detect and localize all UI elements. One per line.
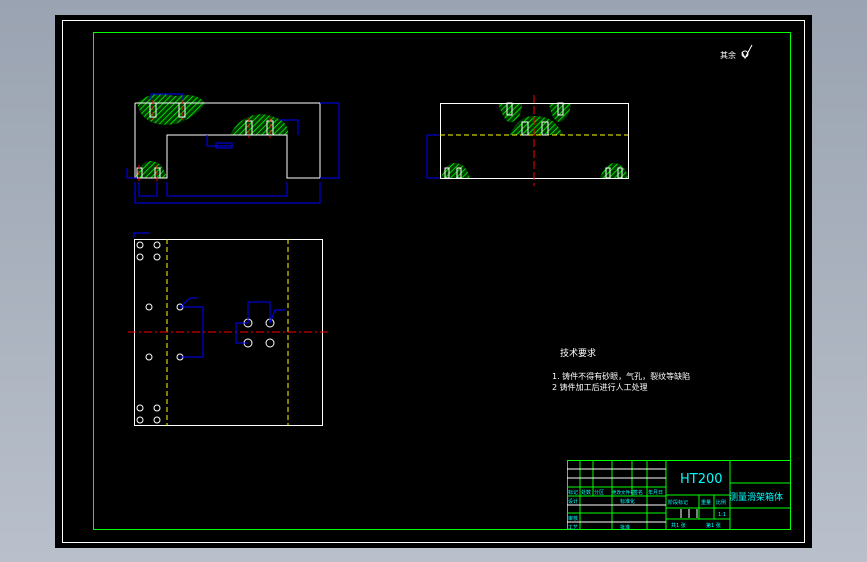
svg-text:签名: 签名 [633, 489, 643, 496]
svg-text:审核: 审核 [568, 515, 578, 522]
tech-req-item: 1. 铸件不得有砂眼，气孔，裂纹等缺陷 [552, 371, 690, 381]
svg-text:比例: 比例 [716, 499, 726, 506]
svg-text:更改文件号: 更改文件号 [612, 489, 635, 496]
svg-text:1:1: 1:1 [718, 512, 726, 518]
svg-text:标记: 标记 [568, 489, 578, 496]
svg-text:第1 张: 第1 张 [706, 522, 721, 529]
svg-text:标准化: 标准化 [620, 498, 635, 505]
svg-text:批准: 批准 [620, 524, 630, 531]
svg-text:设计: 设计 [568, 498, 578, 505]
tech-req-item: 2 铸件加工后进行人工处理 [552, 382, 648, 392]
svg-text:阶段标记: 阶段标记 [668, 499, 688, 506]
roughness-note: 其余 [720, 50, 736, 60]
svg-text:年月日: 年月日 [648, 489, 663, 496]
svg-text:共1 张: 共1 张 [671, 522, 686, 529]
svg-text:重量: 重量 [701, 499, 711, 506]
cad-drawing-canvas[interactable]: 其余 技术要求 1. 铸件不得有砂眼，气孔，裂纹等缺陷 2 铸件加工后进行人工处… [0, 0, 867, 562]
part-name: 测量滑架箱体 [729, 491, 783, 503]
svg-text:处数: 处数 [581, 489, 591, 496]
tech-req-title: 技术要求 [560, 347, 596, 359]
svg-text:工艺: 工艺 [568, 525, 578, 531]
material-label: HT200 [680, 472, 723, 487]
svg-text:分区: 分区 [594, 489, 604, 496]
